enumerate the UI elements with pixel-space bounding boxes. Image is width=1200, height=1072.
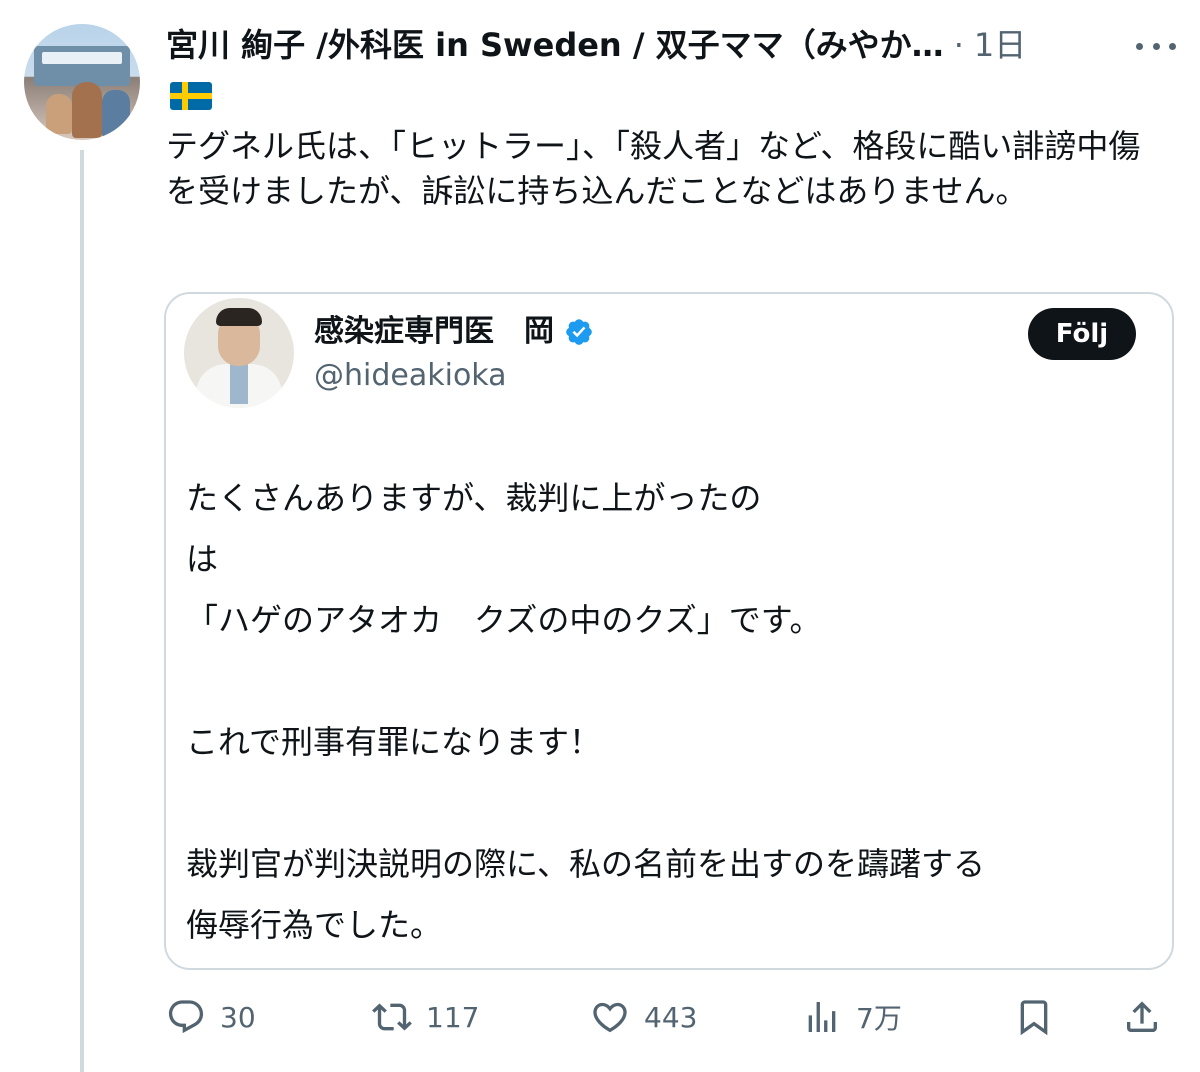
repost-button[interactable]: 117 bbox=[372, 992, 479, 1042]
quoted-author-handle[interactable]: @hideakioka bbox=[314, 356, 507, 396]
reply-count: 30 bbox=[220, 1000, 256, 1034]
share-icon bbox=[1127, 1001, 1157, 1032]
thread-connector-line bbox=[80, 150, 84, 1072]
post-timestamp[interactable]: 1日 bbox=[974, 20, 1026, 70]
bookmark-icon bbox=[1020, 1000, 1048, 1036]
like-button[interactable]: 443 bbox=[590, 992, 697, 1042]
quoted-post-text: たくさんありますが、裁判に上がったの は 「ハゲのアタオカ クズの中のクズ」です… bbox=[186, 479, 986, 944]
view-count: 7万 bbox=[856, 1002, 902, 1035]
views-button[interactable]: 7万 bbox=[802, 992, 902, 1042]
share-button[interactable] bbox=[1122, 992, 1162, 1042]
quoted-author-name-row: 感染症専門医 岡 bbox=[314, 312, 594, 352]
reply-button[interactable]: 30 bbox=[166, 992, 256, 1042]
heart-icon bbox=[593, 1002, 627, 1033]
repost-icon bbox=[372, 1003, 412, 1031]
like-count: 443 bbox=[644, 1000, 698, 1034]
author-name[interactable]: 宮川 絢子 /外科医 in Sweden / 双子ママ（みやか… bbox=[166, 20, 944, 70]
repost-count: 117 bbox=[426, 1000, 480, 1034]
analytics-icon bbox=[808, 1002, 836, 1032]
post-text: テグネル氏は、「ヒットラー」、「殺人者」など、格段に酷い誹謗中傷を受けましたが、… bbox=[166, 127, 1141, 210]
header-separator: · bbox=[953, 26, 964, 64]
action-bar: 30 117 443 7万 bbox=[166, 992, 1176, 1042]
bookmark-button[interactable] bbox=[1014, 992, 1054, 1042]
quoted-author-avatar[interactable] bbox=[184, 298, 294, 408]
verified-badge-icon bbox=[566, 319, 592, 345]
post-header: 宮川 絢子 /外科医 in Sweden / 双子ママ（みやか… · 1日 bbox=[166, 20, 1176, 70]
reply-icon bbox=[168, 1000, 204, 1034]
author-avatar[interactable] bbox=[24, 24, 140, 140]
sweden-flag-icon bbox=[170, 82, 212, 110]
quoted-post-card[interactable]: 感染症専門医 岡 @hideakioka Följ たくさんありますが、裁判に上… bbox=[164, 292, 1174, 970]
follow-button[interactable]: Följ bbox=[1028, 308, 1136, 360]
more-options-icon[interactable] bbox=[1136, 32, 1176, 60]
quoted-author-name[interactable]: 感染症専門医 岡 bbox=[314, 312, 554, 352]
